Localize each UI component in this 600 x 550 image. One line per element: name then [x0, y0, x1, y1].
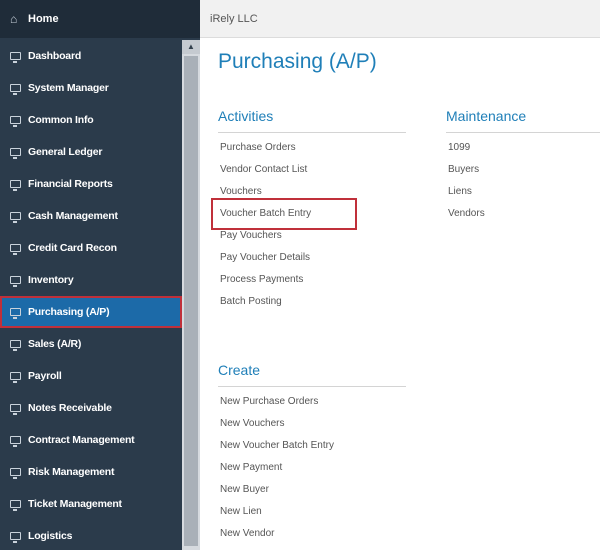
sidebar-item-general-ledger[interactable]: General Ledger [0, 136, 182, 168]
link-vouchers[interactable]: Vouchers [220, 186, 262, 197]
sidebar-item-label: Inventory [28, 274, 74, 286]
sidebar-item-label: Cash Management [28, 210, 118, 222]
monitor-icon [10, 372, 28, 383]
sidebar-item-inventory[interactable]: Inventory [0, 264, 182, 296]
sidebar-item-logistics[interactable]: Logistics [0, 520, 182, 550]
link-batch-posting[interactable]: Batch Posting [220, 296, 282, 307]
monitor-icon [10, 532, 28, 543]
monitor-icon [10, 84, 28, 95]
monitor-icon [10, 308, 28, 319]
divider [446, 132, 600, 133]
monitor-icon [10, 340, 28, 351]
link-new-voucher-batch-entry[interactable]: New Voucher Batch Entry [220, 440, 334, 451]
sidebar-item-label: Common Info [28, 114, 94, 126]
sidebar-item-label: Logistics [28, 530, 73, 542]
link-new-buyer[interactable]: New Buyer [220, 484, 269, 495]
sidebar-item-label: Financial Reports [28, 178, 113, 190]
monitor-icon [10, 244, 28, 255]
sidebar-scrollbar[interactable]: ▲ [182, 40, 200, 550]
sidebar-item-label: Risk Management [28, 466, 115, 478]
sidebar: ⌂ Home Dashboard System Manager Common I… [0, 0, 200, 550]
section-title-activities: Activities [218, 108, 274, 124]
sidebar-item-dashboard[interactable]: Dashboard [0, 40, 182, 72]
monitor-icon [10, 500, 28, 511]
sidebar-item-label: General Ledger [28, 146, 103, 158]
sidebar-item-label: Sales (A/R) [28, 338, 82, 350]
top-bar: iRely LLC [200, 0, 600, 38]
home-icon: ⌂ [10, 12, 18, 26]
monitor-icon [10, 436, 28, 447]
monitor-icon [10, 212, 28, 223]
company-name: iRely LLC [210, 12, 258, 25]
sidebar-menu: Dashboard System Manager Common Info Gen… [0, 40, 182, 550]
monitor-icon [10, 468, 28, 479]
sidebar-item-notes-receivable[interactable]: Notes Receivable [0, 392, 182, 424]
link-new-purchase-orders[interactable]: New Purchase Orders [220, 396, 318, 407]
sidebar-item-financial-reports[interactable]: Financial Reports [0, 168, 182, 200]
sidebar-item-label: Credit Card Recon [28, 242, 117, 254]
divider [218, 132, 406, 133]
sidebar-item-purchasing[interactable]: Purchasing (A/P) [0, 296, 182, 328]
link-new-vouchers[interactable]: New Vouchers [220, 418, 284, 429]
sidebar-item-label: Dashboard [28, 50, 82, 62]
sidebar-item-ticket-management[interactable]: Ticket Management [0, 488, 182, 520]
sidebar-item-cash-management[interactable]: Cash Management [0, 200, 182, 232]
link-voucher-batch-entry[interactable]: Voucher Batch Entry [220, 208, 311, 219]
sidebar-home[interactable]: ⌂ Home [0, 0, 200, 38]
home-label: Home [28, 13, 59, 25]
sidebar-item-label: Notes Receivable [28, 402, 112, 414]
sidebar-item-credit-card-recon[interactable]: Credit Card Recon [0, 232, 182, 264]
link-liens[interactable]: Liens [448, 186, 472, 197]
link-buyers[interactable]: Buyers [448, 164, 479, 175]
scroll-up-arrow-icon[interactable]: ▲ [182, 40, 200, 54]
link-vendor-contact-list[interactable]: Vendor Contact List [220, 164, 307, 175]
monitor-icon [10, 116, 28, 127]
monitor-icon [10, 52, 28, 63]
sidebar-item-label: System Manager [28, 82, 109, 94]
link-1099[interactable]: 1099 [448, 142, 470, 153]
sidebar-item-label: Ticket Management [28, 498, 122, 510]
sidebar-item-sales[interactable]: Sales (A/R) [0, 328, 182, 360]
page-title: Purchasing (A/P) [218, 50, 377, 73]
sidebar-item-system-manager[interactable]: System Manager [0, 72, 182, 104]
sidebar-item-contract-management[interactable]: Contract Management [0, 424, 182, 456]
link-process-payments[interactable]: Process Payments [220, 274, 303, 285]
link-new-payment[interactable]: New Payment [220, 462, 282, 473]
monitor-icon [10, 148, 28, 159]
link-vendors[interactable]: Vendors [448, 208, 485, 219]
main-content: iRely LLC Purchasing (A/P) Activities Pu… [200, 0, 600, 550]
sidebar-item-label: Purchasing (A/P) [28, 306, 110, 318]
link-new-vendor[interactable]: New Vendor [220, 528, 274, 539]
divider [218, 386, 406, 387]
sidebar-item-payroll[interactable]: Payroll [0, 360, 182, 392]
monitor-icon [10, 404, 28, 415]
scrollbar-thumb[interactable] [184, 56, 198, 546]
monitor-icon [10, 180, 28, 191]
sidebar-item-label: Payroll [28, 370, 62, 382]
section-title-maintenance: Maintenance [446, 108, 527, 124]
link-new-lien[interactable]: New Lien [220, 506, 262, 517]
link-pay-voucher-details[interactable]: Pay Voucher Details [220, 252, 310, 263]
sidebar-item-common-info[interactable]: Common Info [0, 104, 182, 136]
monitor-icon [10, 276, 28, 287]
sidebar-item-label: Contract Management [28, 434, 135, 446]
section-title-create: Create [218, 362, 261, 378]
sidebar-item-risk-management[interactable]: Risk Management [0, 456, 182, 488]
link-pay-vouchers[interactable]: Pay Vouchers [220, 230, 282, 241]
link-purchase-orders[interactable]: Purchase Orders [220, 142, 296, 153]
